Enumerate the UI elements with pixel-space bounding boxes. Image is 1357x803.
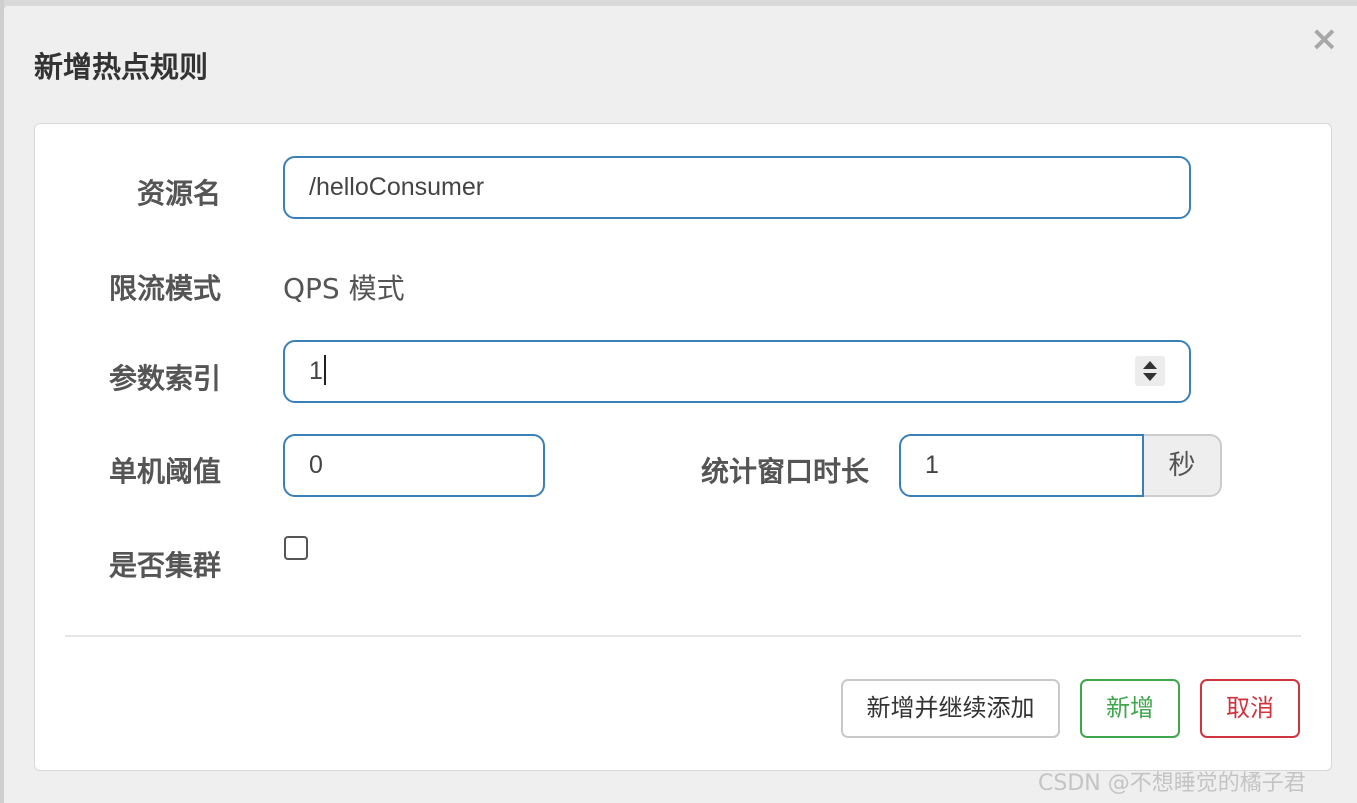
spin-down-icon[interactable] (1143, 373, 1157, 381)
dialog-title: 新增热点规则 (34, 50, 209, 84)
stat-window-label: 统计窗口时长 (700, 455, 869, 488)
threshold-label: 单机阈值 (108, 455, 221, 488)
hotspot-rule-dialog: 新增热点规则 × 资源名 /helloConsumer 限流模式 QPS 模式 … (4, 6, 1357, 803)
cluster-mode-label: 是否集群 (108, 549, 221, 582)
seconds-unit-addon: 秒 (1144, 434, 1222, 497)
footer-divider (65, 635, 1301, 637)
param-index-value: 1 (309, 357, 323, 385)
cancel-button[interactable]: 取消 (1200, 679, 1300, 738)
close-icon[interactable]: × (1310, 22, 1339, 56)
limit-mode-label: 限流模式 (108, 272, 221, 305)
limit-mode-value: QPS 模式 (283, 272, 405, 305)
resource-name-label: 资源名 (136, 177, 221, 210)
cluster-mode-checkbox[interactable] (284, 536, 308, 560)
add-and-continue-button[interactable]: 新增并继续添加 (841, 679, 1060, 738)
threshold-input[interactable]: 0 (283, 434, 545, 497)
resource-name-input[interactable]: /helloConsumer (283, 156, 1191, 219)
add-button[interactable]: 新增 (1080, 679, 1180, 738)
param-index-label: 参数索引 (108, 362, 221, 395)
spin-up-icon[interactable] (1143, 361, 1157, 369)
param-index-input[interactable]: 1 (283, 340, 1191, 403)
number-spinner[interactable] (1135, 356, 1165, 386)
form-panel: 资源名 /helloConsumer 限流模式 QPS 模式 参数索引 1 单机… (34, 123, 1332, 771)
text-caret (323, 355, 326, 386)
stat-window-input[interactable]: 1 (899, 434, 1144, 497)
csdn-watermark: CSDN @不想睡觉的橘子君 (1038, 771, 1306, 796)
